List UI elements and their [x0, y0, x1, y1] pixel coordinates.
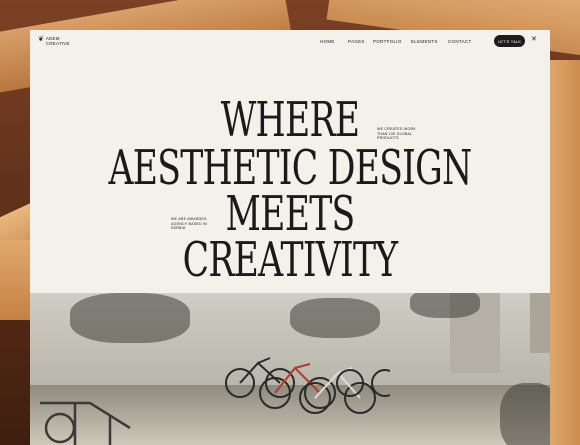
wood-plank — [0, 240, 34, 320]
headline-line-3: MEETS — [225, 186, 356, 242]
nav-item-portfolio[interactable]: PORTFOLIO — [373, 39, 402, 44]
nav-item-pages[interactable]: PAGES — [348, 39, 365, 44]
photo-pillar — [530, 293, 550, 353]
headline-line-2: AESTHETIC DESIGN — [108, 140, 472, 196]
logo[interactable]: ❦ ADEM CREATIVE — [38, 36, 70, 46]
website-screen: ❦ ADEM CREATIVE HOME PAGES PORTFOLIO ELE… — [30, 30, 550, 445]
brand-line-2: CREATIVE — [45, 41, 70, 46]
headline-line-4: CREATIVITY — [182, 232, 398, 288]
leaf-shadow — [70, 293, 190, 343]
nav-item-home[interactable]: HOME — [320, 39, 335, 44]
bike-rack — [40, 401, 131, 445]
hero-photo-bicycles — [30, 293, 550, 445]
lets-talk-button[interactable]: LET'S TALK — [494, 35, 525, 47]
close-icon[interactable]: ✕ — [531, 36, 537, 44]
hero-note-products: WE CREATED WORK THAN 100 GLOBAL PRODUCTS — [377, 127, 416, 141]
nav-item-elements[interactable]: ELEMENTS — [411, 39, 438, 44]
top-navigation: ❦ ADEM CREATIVE HOME PAGES PORTFOLIO ELE… — [30, 30, 550, 52]
leaf-shadow — [500, 383, 550, 445]
leaf-shadow — [410, 293, 480, 318]
hero-section: WHERE AESTHETIC DESIGN MEETS CREATIVITY … — [30, 58, 550, 293]
headline-line-1: WHERE — [220, 92, 360, 148]
logo-text: ADEM CREATIVE — [46, 36, 70, 46]
bicycles-group — [225, 357, 390, 414]
logo-mark-icon: ❦ — [38, 36, 44, 43]
hero-note-agency: WE ARE AWARDED AGENCY BASED IN SERBIA — [171, 217, 207, 231]
nav-item-contact[interactable]: CONTACT — [448, 39, 472, 44]
